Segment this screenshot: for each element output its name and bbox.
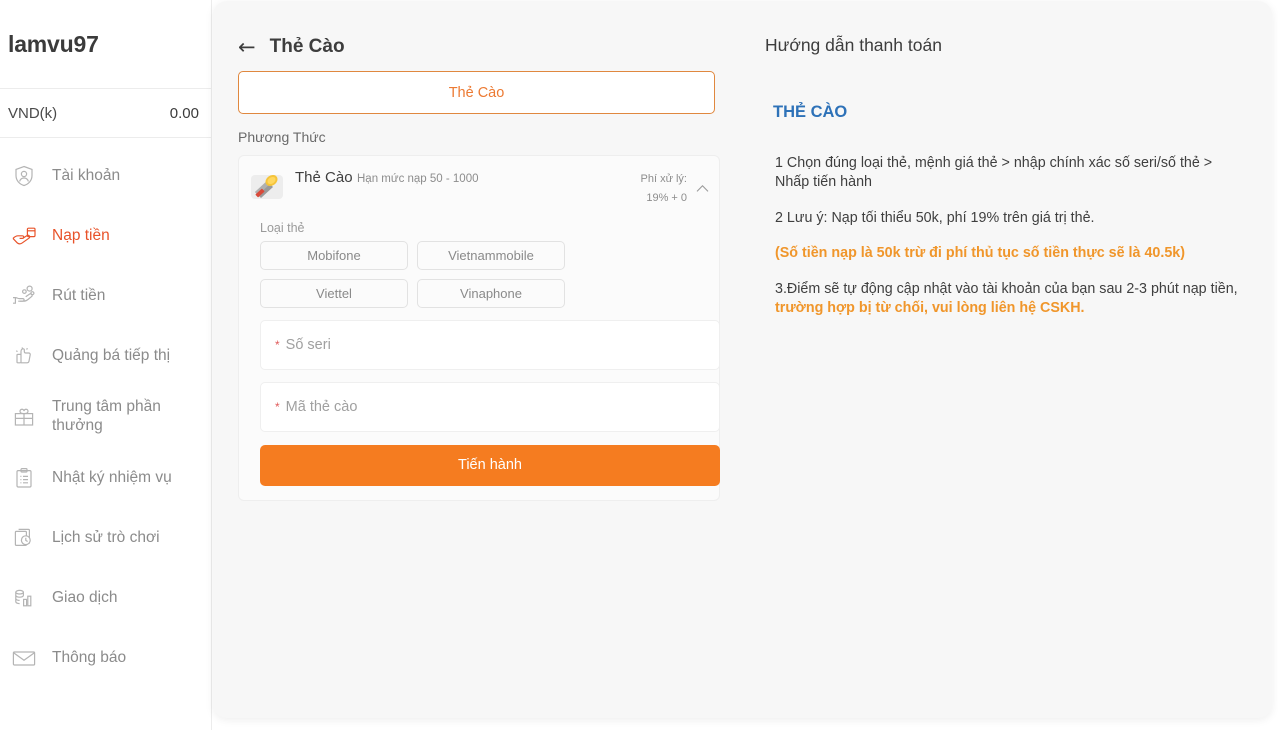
scratch-card-coin-icon	[249, 168, 285, 204]
thumbs-up-icon	[10, 342, 38, 370]
submit-button[interactable]: Tiến hành	[260, 444, 720, 486]
hand-coins-icon	[10, 282, 38, 310]
hand-card-icon	[10, 222, 38, 250]
payment-header: ← Thẻ Cào	[238, 1, 738, 59]
sidebar-item-rut-tien[interactable]: Rút tiền	[0, 266, 211, 326]
method-name: Thẻ Cào	[295, 169, 353, 186]
sidebar-item-lich-su-tro-choi[interactable]: Lịch sử trò chơi	[0, 508, 211, 568]
guide-note: (Số tiền nạp là 50k trừ đi phí thủ tục s…	[775, 245, 1185, 262]
carrier-option-viettel[interactable]: Viettel	[260, 278, 408, 308]
method-name-block: Thẻ Cào Hạn mức nạp 50 - 1000	[295, 168, 641, 187]
sidebar-nav: Tài khoản Nạp tiền Rút tiền Quảng bá tiế…	[0, 138, 211, 688]
documents-clock-icon	[10, 524, 38, 552]
sidebar-item-label: Nhật ký nhiệm vụ	[52, 468, 172, 486]
brand-username: lamvu97	[8, 30, 99, 57]
sidebar-item-label: Quảng bá tiếp thị	[52, 346, 171, 364]
carrier-options: Mobifone Vietnammobile Viettel Vinaphone	[260, 240, 709, 308]
guide-body: 1 Chọn đúng loại thẻ, mệnh giá thẻ > nhậ…	[775, 154, 1251, 319]
guide-column: Hướng dẫn thanh toán THẺ CÀO 1 Chọn đúng…	[765, 35, 1251, 335]
chevron-up-icon[interactable]	[696, 180, 709, 192]
guide-step-3-plain: 3.Điểm sẽ tự động cập nhật vào tài khoản…	[775, 280, 1238, 297]
sidebar-item-nhat-ky-nhiem-vu[interactable]: Nhật ký nhiệm vụ	[0, 448, 211, 508]
serial-number-field[interactable]: * Số seri	[260, 319, 720, 370]
method-limit: Hạn mức nạp 50 - 1000	[357, 173, 479, 185]
envelope-icon	[10, 644, 38, 672]
carrier-section-label: Loại thẻ	[260, 220, 305, 235]
sidebar-item-label: Giao dịch	[52, 588, 118, 606]
serial-number-placeholder: Số seri	[285, 336, 331, 353]
sidebar-item-label: Lịch sử trò chơi	[52, 528, 160, 546]
shield-person-icon	[10, 162, 38, 190]
method-tab-the-cao[interactable]: Thẻ Cào	[238, 71, 715, 114]
payment-column: ← Thẻ Cào Thẻ Cào Phương Thức Thẻ Cào Hạ…	[238, 1, 738, 501]
balance-row: VND(k) 0.00	[0, 88, 211, 138]
back-arrow-icon[interactable]: ←	[238, 36, 256, 58]
guide-step-3: 3.Điểm sẽ tự động cập nhật vào tài khoản…	[775, 280, 1241, 319]
guide-title: Hướng dẫn thanh toán	[765, 35, 942, 55]
guide-step-1: 1 Chọn đúng loại thẻ, mệnh giá thẻ > nhậ…	[775, 155, 1213, 191]
sidebar-item-giao-dich[interactable]: Giao dịch	[0, 568, 211, 628]
guide-step-3-highlight: trường hợp bị từ chối, vui lòng liên hệ …	[775, 300, 1085, 317]
sidebar-item-tai-khoan[interactable]: Tài khoản	[0, 146, 211, 206]
main-panel: ← Thẻ Cào Thẻ Cào Phương Thức Thẻ Cào Hạ…	[213, 1, 1272, 718]
method-card: Thẻ Cào Hạn mức nạp 50 - 1000 Phí xử lý:…	[238, 155, 720, 501]
method-section-label: Phương Thức	[238, 129, 326, 145]
sidebar-item-label: Rút tiền	[52, 286, 106, 304]
card-code-field[interactable]: * Mã thẻ cào	[260, 381, 720, 432]
page-title: Thẻ Cào	[269, 36, 345, 57]
card-code-placeholder: Mã thẻ cào	[285, 398, 358, 415]
method-header-row[interactable]: Thẻ Cào Hạn mức nạp 50 - 1000 Phí xử lý:…	[249, 166, 709, 213]
sidebar-item-nap-tien[interactable]: Nạp tiền	[0, 206, 211, 266]
sidebar-item-label: Tài khoản	[52, 166, 121, 184]
balance-amount: 0.00	[169, 104, 199, 122]
sidebar-item-thong-bao[interactable]: Thông báo	[0, 628, 211, 688]
guide-subtitle: THẺ CÀO	[773, 103, 848, 121]
fee-label: Phí xử lý:	[640, 173, 688, 185]
clipboard-list-icon	[10, 464, 38, 492]
gift-icon	[10, 403, 38, 431]
required-asterisk: *	[275, 399, 280, 414]
sidebar-item-label: Thông báo	[52, 648, 127, 666]
sidebar-item-quang-ba-tiep-thi[interactable]: Quảng bá tiếp thị	[0, 326, 211, 386]
carrier-option-vinaphone[interactable]: Vinaphone	[417, 278, 565, 308]
coins-chart-icon	[10, 584, 38, 612]
sidebar-item-trung-tam-phan-thuong[interactable]: Trung tâm phần thưởng	[0, 386, 211, 448]
fee-value: 19% + 0	[646, 192, 687, 205]
carrier-option-mobifone[interactable]: Mobifone	[260, 240, 408, 270]
sidebar-item-label: Nạp tiền	[52, 226, 110, 244]
app-root: lamvu97 VND(k) 0.00 Tài khoản Nạp tiền R…	[0, 0, 1278, 730]
required-asterisk: *	[275, 337, 280, 352]
sidebar: lamvu97 VND(k) 0.00 Tài khoản Nạp tiền R…	[0, 0, 212, 730]
sidebar-item-label: Trung tâm phần thưởng	[52, 398, 161, 434]
balance-currency-label: VND(k)	[8, 104, 58, 122]
guide-step-2: 2 Lưu ý: Nạp tối thiểu 50k, phí 19% trên…	[775, 209, 1095, 226]
carrier-option-vietnammobile[interactable]: Vietnammobile	[417, 240, 565, 270]
